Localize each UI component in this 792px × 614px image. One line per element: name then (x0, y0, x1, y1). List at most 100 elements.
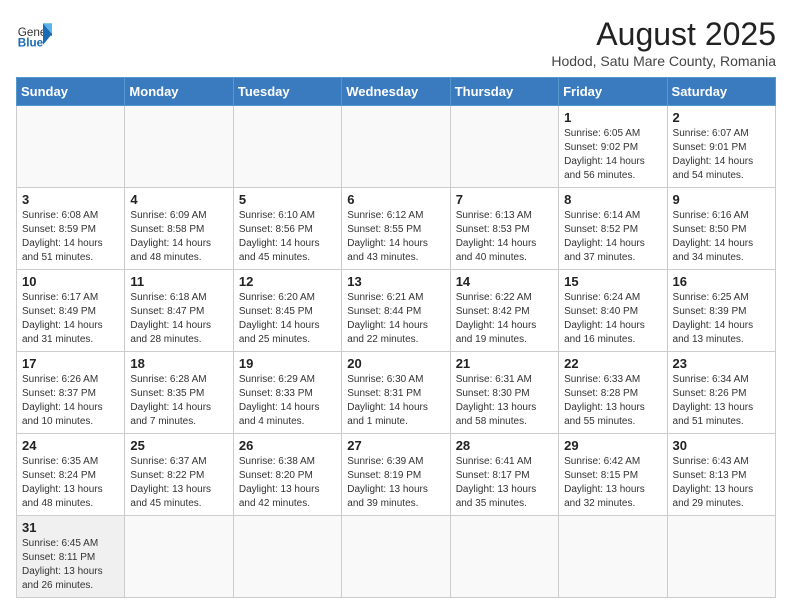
day-info: Sunrise: 6:29 AM Sunset: 8:33 PM Dayligh… (239, 373, 336, 429)
day-number: 21 (456, 356, 553, 371)
calendar-cell: 4Sunrise: 6:09 AM Sunset: 8:58 PM Daylig… (125, 188, 233, 270)
day-number: 20 (347, 356, 444, 371)
subtitle: Hodod, Satu Mare County, Romania (551, 53, 776, 69)
header: General Blue August 2025 Hodod, Satu Mar… (16, 16, 776, 69)
logo-icon: General Blue (16, 16, 52, 52)
day-info: Sunrise: 6:34 AM Sunset: 8:26 PM Dayligh… (673, 373, 770, 429)
day-number: 11 (130, 274, 227, 289)
calendar-cell: 25Sunrise: 6:37 AM Sunset: 8:22 PM Dayli… (125, 434, 233, 516)
day-info: Sunrise: 6:21 AM Sunset: 8:44 PM Dayligh… (347, 291, 444, 347)
weekday-header-row: SundayMondayTuesdayWednesdayThursdayFrid… (17, 78, 776, 106)
calendar-cell: 27 Sunrise: 6:39 AM Sunset: 8:19 PM Dayli… (342, 434, 450, 516)
calendar-cell: 20 Sunrise: 6:30 AM Sunset: 8:31 PM Dayli… (342, 352, 450, 434)
weekday-header-friday: Friday (559, 78, 667, 106)
svg-text:Blue: Blue (18, 37, 44, 50)
day-number: 22 (564, 356, 661, 371)
day-info: Sunrise: 6:39 AM Sunset: 8:19 PM Dayligh… (347, 455, 444, 511)
weekday-header-sunday: Sunday (17, 78, 125, 106)
calendar-cell: 2 Sunrise: 6:07 AM Sunset: 9:01 PM Daylig… (667, 106, 775, 188)
day-info: Sunrise: 6:05 AM Sunset: 9:02 PM Dayligh… (564, 127, 661, 183)
day-info: Sunrise: 6:31 AM Sunset: 8:30 PM Dayligh… (456, 373, 553, 429)
day-info: Sunrise: 6:17 AM Sunset: 8:49 PM Dayligh… (22, 291, 119, 347)
calendar-cell: 5 Sunrise: 6:10 AM Sunset: 8:56 PM Daylig… (233, 188, 341, 270)
day-info: Sunrise: 6:45 AM Sunset: 8:11 PM Dayligh… (22, 537, 119, 593)
main-title: August 2025 (551, 16, 776, 53)
calendar-cell (17, 106, 125, 188)
calendar-cell (450, 516, 558, 598)
day-number: 14 (456, 274, 553, 289)
day-number: 7 (456, 192, 553, 207)
day-number: 6 (347, 192, 444, 207)
day-info: Sunrise: 6:13 AM Sunset: 8:53 PM Dayligh… (456, 209, 553, 265)
day-number: 27 (347, 438, 444, 453)
calendar-cell (342, 106, 450, 188)
weekday-header-thursday: Thursday (450, 78, 558, 106)
day-number: 15 (564, 274, 661, 289)
calendar-week-2: 10Sunrise: 6:17 AM Sunset: 8:49 PM Dayli… (17, 270, 776, 352)
day-info: Sunrise: 6:12 AM Sunset: 8:55 PM Dayligh… (347, 209, 444, 265)
calendar-cell: 13Sunrise: 6:21 AM Sunset: 8:44 PM Dayli… (342, 270, 450, 352)
day-number: 17 (22, 356, 119, 371)
calendar-cell (233, 106, 341, 188)
calendar-cell: 10Sunrise: 6:17 AM Sunset: 8:49 PM Dayli… (17, 270, 125, 352)
day-info: Sunrise: 6:28 AM Sunset: 8:35 PM Dayligh… (130, 373, 227, 429)
day-number: 9 (673, 192, 770, 207)
logo: General Blue (16, 16, 52, 52)
day-number: 24 (22, 438, 119, 453)
day-info: Sunrise: 6:20 AM Sunset: 8:45 PM Dayligh… (239, 291, 336, 347)
day-info: Sunrise: 6:18 AM Sunset: 8:47 PM Dayligh… (130, 291, 227, 347)
weekday-header-wednesday: Wednesday (342, 78, 450, 106)
day-number: 31 (22, 520, 119, 535)
calendar-cell: 23Sunrise: 6:34 AM Sunset: 8:26 PM Dayli… (667, 352, 775, 434)
day-info: Sunrise: 6:07 AM Sunset: 9:01 PM Dayligh… (673, 127, 770, 183)
calendar-cell: 16 Sunrise: 6:25 AM Sunset: 8:39 PM Dayli… (667, 270, 775, 352)
day-number: 16 (673, 274, 770, 289)
calendar-cell: 22Sunrise: 6:33 AM Sunset: 8:28 PM Dayli… (559, 352, 667, 434)
calendar-cell: 11 Sunrise: 6:18 AM Sunset: 8:47 PM Dayli… (125, 270, 233, 352)
day-info: Sunrise: 6:42 AM Sunset: 8:15 PM Dayligh… (564, 455, 661, 511)
calendar-cell: 7 Sunrise: 6:13 AM Sunset: 8:53 PM Daylig… (450, 188, 558, 270)
calendar-cell: 12Sunrise: 6:20 AM Sunset: 8:45 PM Dayli… (233, 270, 341, 352)
day-info: Sunrise: 6:30 AM Sunset: 8:31 PM Dayligh… (347, 373, 444, 429)
calendar-cell: 29 Sunrise: 6:42 AM Sunset: 8:15 PM Dayli… (559, 434, 667, 516)
calendar-cell: 30 Sunrise: 6:43 AM Sunset: 8:13 PM Dayli… (667, 434, 775, 516)
calendar-cell: 26Sunrise: 6:38 AM Sunset: 8:20 PM Dayli… (233, 434, 341, 516)
day-number: 28 (456, 438, 553, 453)
day-number: 2 (673, 110, 770, 125)
day-number: 3 (22, 192, 119, 207)
day-info: Sunrise: 6:41 AM Sunset: 8:17 PM Dayligh… (456, 455, 553, 511)
day-info: Sunrise: 6:16 AM Sunset: 8:50 PM Dayligh… (673, 209, 770, 265)
calendar-week-4: 24Sunrise: 6:35 AM Sunset: 8:24 PM Dayli… (17, 434, 776, 516)
day-number: 8 (564, 192, 661, 207)
day-number: 5 (239, 192, 336, 207)
day-number: 4 (130, 192, 227, 207)
calendar-cell: 19 Sunrise: 6:29 AM Sunset: 8:33 PM Dayli… (233, 352, 341, 434)
day-info: Sunrise: 6:24 AM Sunset: 8:40 PM Dayligh… (564, 291, 661, 347)
weekday-header-saturday: Saturday (667, 78, 775, 106)
day-number: 30 (673, 438, 770, 453)
calendar-cell: 18 Sunrise: 6:28 AM Sunset: 8:35 PM Dayli… (125, 352, 233, 434)
calendar-week-5: 31 Sunrise: 6:45 AM Sunset: 8:11 PM Dayli… (17, 516, 776, 598)
day-number: 29 (564, 438, 661, 453)
calendar-week-0: 1Sunrise: 6:05 AM Sunset: 9:02 PM Daylig… (17, 106, 776, 188)
calendar: SundayMondayTuesdayWednesdayThursdayFrid… (16, 77, 776, 598)
calendar-cell: 17 Sunrise: 6:26 AM Sunset: 8:37 PM Dayli… (17, 352, 125, 434)
day-info: Sunrise: 6:22 AM Sunset: 8:42 PM Dayligh… (456, 291, 553, 347)
calendar-cell: 28 Sunrise: 6:41 AM Sunset: 8:17 PM Dayli… (450, 434, 558, 516)
calendar-cell: 21 Sunrise: 6:31 AM Sunset: 8:30 PM Dayli… (450, 352, 558, 434)
weekday-header-monday: Monday (125, 78, 233, 106)
calendar-cell (450, 106, 558, 188)
calendar-cell (125, 106, 233, 188)
day-number: 18 (130, 356, 227, 371)
day-info: Sunrise: 6:10 AM Sunset: 8:56 PM Dayligh… (239, 209, 336, 265)
day-info: Sunrise: 6:38 AM Sunset: 8:20 PM Dayligh… (239, 455, 336, 511)
weekday-header-tuesday: Tuesday (233, 78, 341, 106)
calendar-cell: 31 Sunrise: 6:45 AM Sunset: 8:11 PM Dayli… (17, 516, 125, 598)
calendar-cell: 8Sunrise: 6:14 AM Sunset: 8:52 PM Daylig… (559, 188, 667, 270)
day-info: Sunrise: 6:25 AM Sunset: 8:39 PM Dayligh… (673, 291, 770, 347)
day-info: Sunrise: 6:26 AM Sunset: 8:37 PM Dayligh… (22, 373, 119, 429)
day-info: Sunrise: 6:43 AM Sunset: 8:13 PM Dayligh… (673, 455, 770, 511)
calendar-cell (125, 516, 233, 598)
calendar-week-1: 3Sunrise: 6:08 AM Sunset: 8:59 PM Daylig… (17, 188, 776, 270)
day-number: 19 (239, 356, 336, 371)
